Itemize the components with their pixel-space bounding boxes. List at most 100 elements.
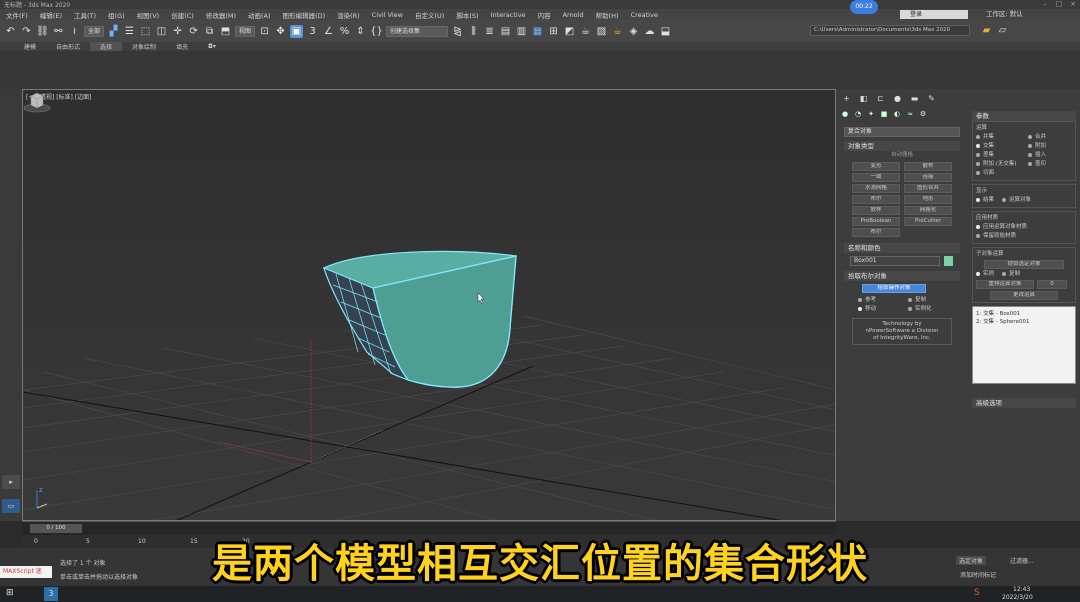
systems-icon[interactable]: ⚙ bbox=[918, 109, 928, 119]
undo-icon[interactable]: ↶ bbox=[4, 25, 17, 38]
percent-snap-icon[interactable]: % bbox=[338, 25, 351, 38]
display-result-radio[interactable]: 结果 bbox=[976, 196, 994, 205]
workspace-selector[interactable]: 工作区: 默认 bbox=[986, 9, 1023, 20]
play-icon[interactable]: ▸ bbox=[2, 475, 20, 489]
minimize-icon[interactable]: – bbox=[1038, 0, 1052, 9]
category-dropdown[interactable]: 复合对象 bbox=[844, 127, 960, 137]
redo-icon[interactable]: ↷ bbox=[20, 25, 33, 38]
keyboard-shortcut-override-icon[interactable]: ▣ bbox=[290, 24, 304, 38]
shapes-icon[interactable]: ◔ bbox=[853, 109, 863, 119]
move-icon[interactable]: ✛ bbox=[171, 25, 184, 38]
display-operands-radio[interactable]: 运算对象 bbox=[1002, 196, 1031, 205]
workspace-icon[interactable]: ▱ bbox=[996, 24, 1009, 37]
list-item[interactable]: 1: 交集 - Box001 bbox=[976, 309, 1072, 317]
snaps-toggle-icon[interactable]: 3 bbox=[306, 25, 319, 38]
menu-item[interactable]: 动画(A) bbox=[242, 10, 277, 20]
object-type-button[interactable]: 布尔 bbox=[852, 228, 900, 237]
menu-item[interactable]: 内容 bbox=[532, 10, 557, 20]
operation-radio[interactable]: 合并 bbox=[1028, 133, 1076, 142]
viewcube-icon[interactable] bbox=[23, 90, 51, 114]
sub-copy-radio[interactable]: 复制 bbox=[1002, 270, 1020, 279]
rotate-icon[interactable]: ⟳ bbox=[187, 25, 200, 38]
object-name-input[interactable]: Box001 bbox=[850, 256, 940, 266]
display-tab-icon[interactable]: ▬ bbox=[908, 93, 921, 104]
menu-item[interactable]: 创建(C) bbox=[165, 10, 200, 20]
object-type-button[interactable]: 散布 bbox=[904, 162, 952, 171]
ribbon-tab[interactable]: 自由形式 bbox=[46, 42, 90, 51]
operation-radio[interactable]: 差集 bbox=[976, 151, 1028, 160]
pick-boolean-rollout[interactable]: 拾取布尔对象 bbox=[844, 271, 960, 281]
menu-item[interactable]: 视图(V) bbox=[131, 10, 166, 20]
reorder-operands-button[interactable]: 重排运算对象 bbox=[976, 280, 1034, 289]
operation-radio[interactable]: 附加 (无交集) bbox=[976, 160, 1028, 169]
place-icon[interactable]: ⬒ bbox=[219, 25, 232, 38]
render-cloud-icon[interactable]: ☁ bbox=[643, 25, 656, 38]
advanced-options-rollout[interactable]: 高级选项 bbox=[972, 398, 1076, 408]
pick-option-radio[interactable]: 实例化 bbox=[908, 305, 958, 314]
menu-item[interactable]: 修改器(M) bbox=[200, 10, 242, 20]
pick-option-radio[interactable]: 复制 bbox=[908, 296, 958, 305]
maximize-icon[interactable]: □ bbox=[1052, 0, 1066, 9]
utilities-tab-icon[interactable]: ✎ bbox=[925, 93, 938, 104]
scene-explorer-icon[interactable]: ▤ bbox=[499, 25, 512, 38]
scale-icon[interactable]: ⧉ bbox=[203, 25, 216, 38]
object-type-button[interactable]: 地形 bbox=[904, 195, 952, 204]
menu-item[interactable]: 组(G) bbox=[102, 10, 131, 20]
operation-radio[interactable]: 交集 bbox=[976, 142, 1028, 151]
motion-tab-icon[interactable]: ● bbox=[891, 93, 904, 104]
pick-option-radio[interactable]: 参考 bbox=[858, 296, 908, 305]
bind-space-warp-icon[interactable]: ≀ bbox=[68, 25, 81, 38]
ribbon-tab[interactable]: 选择 bbox=[90, 42, 123, 51]
name-color-rollout[interactable]: 名称和颜色 bbox=[844, 243, 960, 253]
operation-radio[interactable]: 切面 bbox=[976, 169, 1028, 178]
object-type-button[interactable]: ProBoolean bbox=[852, 217, 900, 226]
object-type-button[interactable]: ProCutter bbox=[904, 217, 952, 226]
menu-item[interactable]: Civil View bbox=[366, 11, 409, 19]
render-setup-icon[interactable]: ☕ bbox=[579, 25, 592, 38]
select-by-name-icon[interactable]: ☰ bbox=[123, 25, 136, 38]
ribbon-options-icon[interactable]: ◘▾ bbox=[198, 43, 226, 50]
menu-item[interactable]: 图形编辑器(D) bbox=[277, 10, 332, 20]
boolean-result-mesh[interactable] bbox=[322, 250, 517, 388]
layer-explorer-icon[interactable]: ≣ bbox=[483, 25, 496, 38]
create-tab-icon[interactable]: + bbox=[840, 93, 853, 104]
list-item[interactable]: 2: 交集 - Sphere001 bbox=[976, 317, 1072, 325]
render-production-icon[interactable]: ☕ bbox=[611, 25, 624, 38]
menu-item[interactable]: Interactive bbox=[485, 11, 532, 19]
menu-item[interactable]: 自定义(U) bbox=[409, 10, 450, 20]
lights-icon[interactable]: ✦ bbox=[866, 109, 876, 119]
ribbon-tab[interactable]: 建模 bbox=[14, 42, 46, 51]
align-icon[interactable]: ⫼ bbox=[467, 25, 480, 38]
curve-editor-icon[interactable]: ▦ bbox=[531, 25, 544, 38]
user-login-box[interactable]: 登录 bbox=[900, 10, 968, 19]
menu-item[interactable]: Arnold bbox=[557, 11, 590, 19]
operation-radio[interactable]: 附加 bbox=[1028, 142, 1076, 151]
pick-option-radio[interactable]: 移动 bbox=[858, 305, 908, 314]
named-selection-dropdown[interactable]: 创建选择集 bbox=[386, 25, 449, 37]
ribbon-tab[interactable]: 填充 bbox=[166, 42, 198, 51]
spinner-snap-icon[interactable]: ⇕ bbox=[354, 25, 367, 38]
menu-item[interactable]: 编辑(E) bbox=[34, 10, 68, 20]
sub-instance-radio[interactable]: 实例 bbox=[976, 270, 994, 279]
link-icon[interactable]: ⛓ bbox=[36, 25, 49, 38]
toggle-ribbon-icon[interactable]: ▥ bbox=[515, 25, 528, 38]
object-type-button[interactable]: 网格化 bbox=[904, 206, 952, 215]
viewport-layout-icon[interactable]: ▭ bbox=[2, 499, 20, 513]
schematic-view-icon[interactable]: ⊞ bbox=[547, 25, 560, 38]
mirror-icon[interactable]: ⧎ bbox=[451, 25, 464, 38]
rectangle-selection-icon[interactable]: ⬚ bbox=[139, 25, 152, 38]
menu-item[interactable]: 工具(T) bbox=[68, 10, 102, 20]
edit-named-selection-icon[interactable]: {} bbox=[370, 25, 383, 38]
reorder-spinner[interactable]: 0 bbox=[1037, 280, 1067, 289]
project-path-field[interactable]: C:\Users\Administrator\Documents\3ds Max… bbox=[810, 25, 970, 36]
close-icon[interactable]: × bbox=[1066, 0, 1080, 9]
object-type-rollout[interactable]: 对象类型 bbox=[844, 141, 960, 151]
space-warps-icon[interactable]: ≈ bbox=[905, 109, 915, 119]
object-type-button[interactable]: 变形 bbox=[852, 162, 900, 171]
object-type-button[interactable]: 连接 bbox=[904, 173, 952, 182]
parameters-rollout[interactable]: 参数 bbox=[972, 111, 1076, 121]
selection-filter-dropdown[interactable]: 全部 bbox=[84, 25, 105, 37]
ribbon-tab[interactable]: 对象绘制 bbox=[122, 42, 166, 51]
window-crossing-icon[interactable]: ◫ bbox=[155, 25, 168, 38]
render-iterative-icon[interactable]: ◈ bbox=[627, 25, 640, 38]
